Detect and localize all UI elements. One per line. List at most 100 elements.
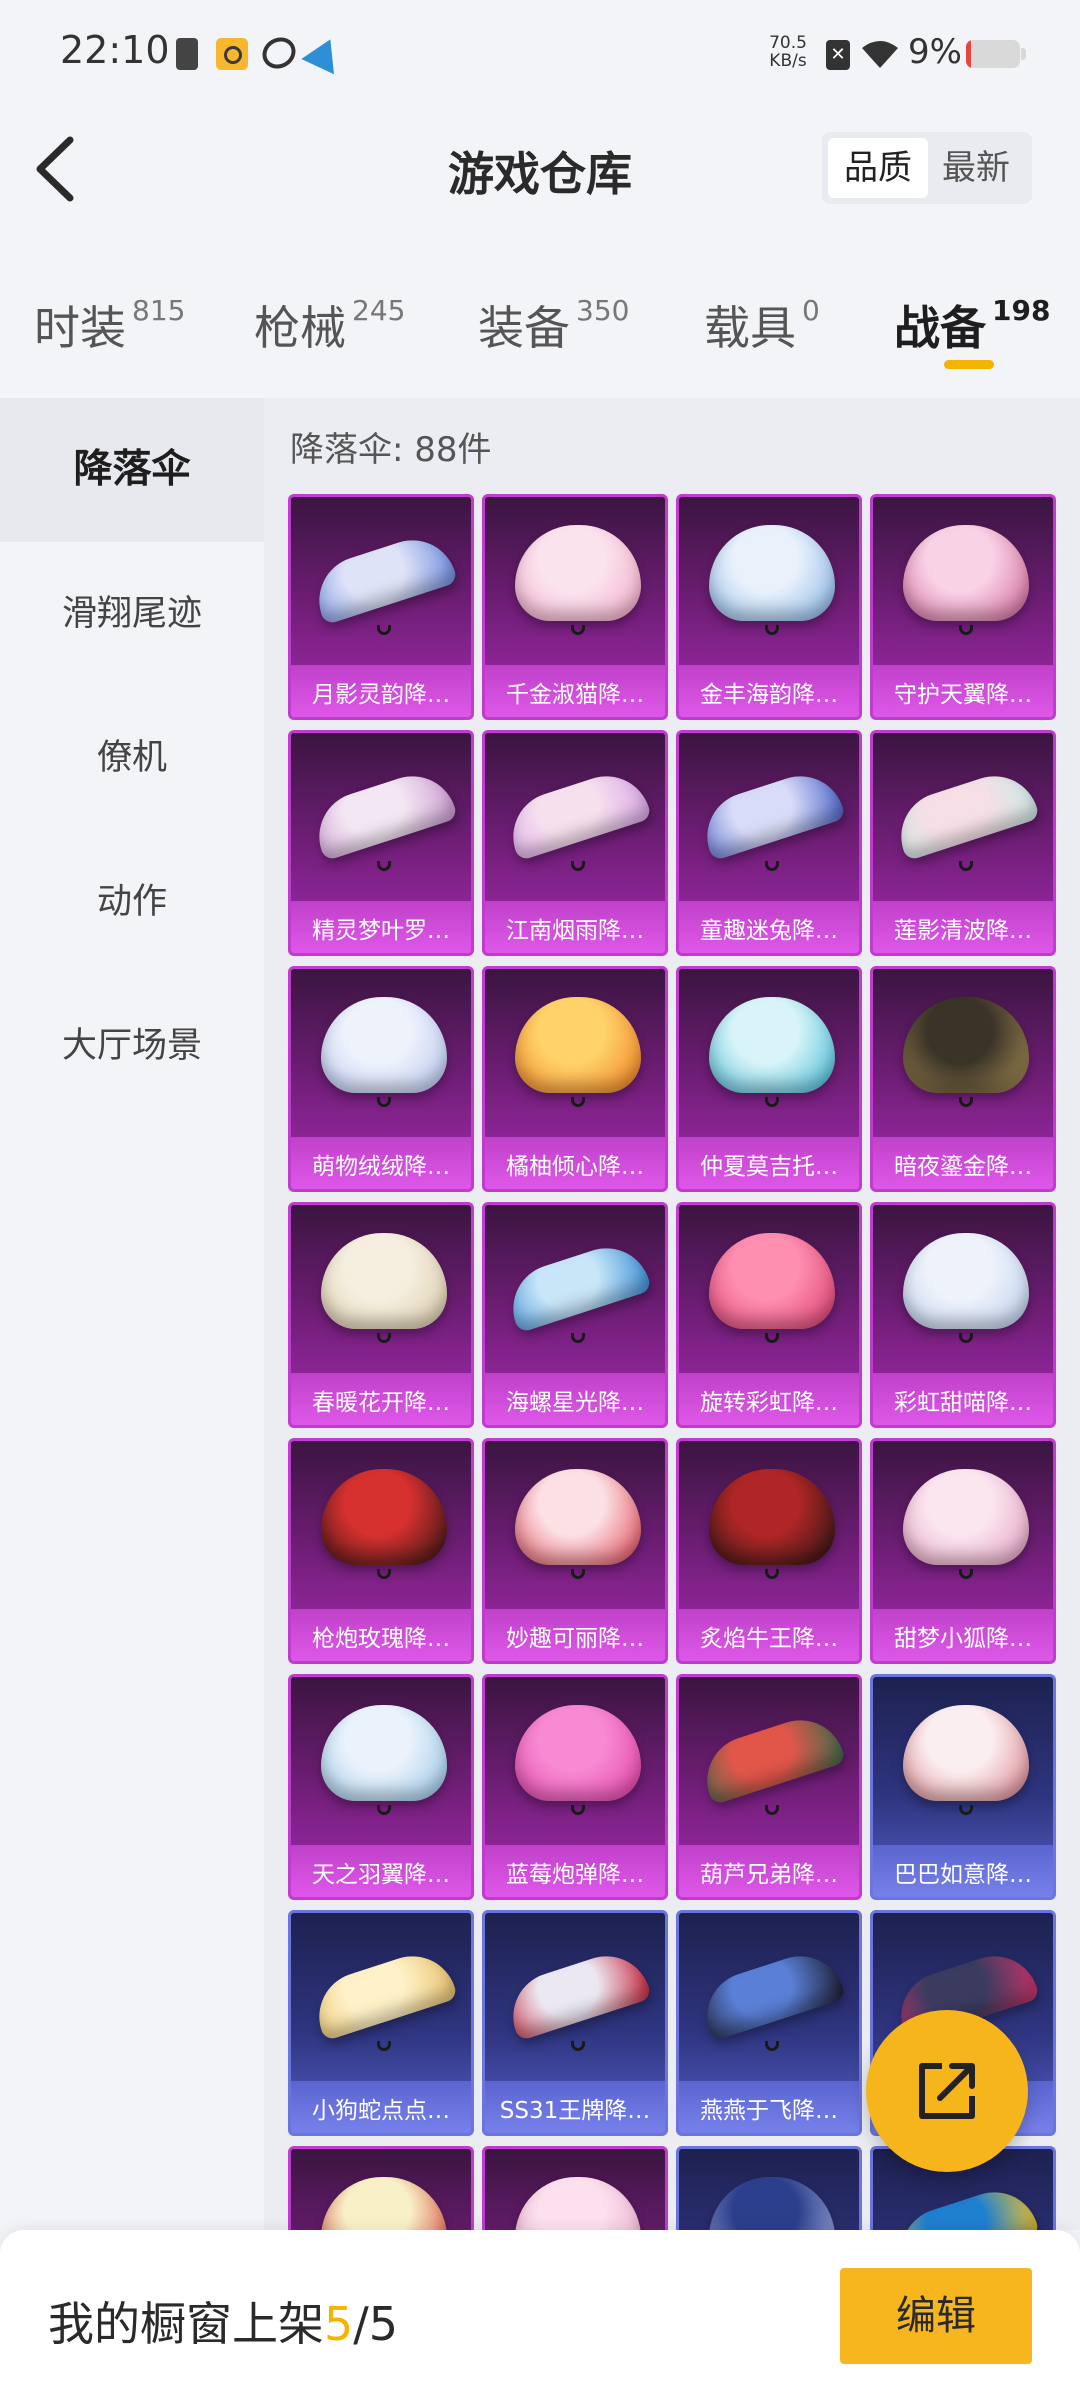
- edit-button[interactable]: 编辑: [840, 2268, 1032, 2364]
- parachute-card[interactable]: 守护天翼降…: [870, 494, 1056, 720]
- link-app-icon: [256, 31, 302, 75]
- parachute-harness: [765, 1569, 779, 1579]
- parachute-name: 橘柚倾心降…: [506, 1154, 644, 1180]
- parachute-name: 炙焰牛王降…: [700, 1626, 838, 1652]
- parachute-harness: [571, 861, 585, 871]
- parachute-name: 天之羽翼降…: [312, 1862, 450, 1888]
- sidebar-item-lobby-scene[interactable]: 大厅场景: [0, 974, 264, 1118]
- parachute-harness: [959, 625, 973, 635]
- parachute-card[interactable]: 巴巴如意降…: [870, 1674, 1056, 1900]
- parachute-image: [903, 1233, 1029, 1329]
- parachute-card[interactable]: 春暖花开降…: [288, 1202, 474, 1428]
- parachute-name: 月影灵韵降…: [312, 682, 450, 708]
- parachute-card[interactable]: 蓝莓炮弹降…: [482, 1674, 668, 1900]
- parachute-harness: [571, 1097, 585, 1107]
- tab-combat-gear[interactable]: 战备 198: [894, 292, 1050, 362]
- parachute-card[interactable]: 枪炮玫瑰降…: [288, 1438, 474, 1664]
- parachute-card[interactable]: 暗夜鎏金降…: [870, 966, 1056, 1192]
- parachute-name: 彩虹甜喵降…: [894, 1390, 1032, 1416]
- parachute-card[interactable]: 月影灵韵降…: [288, 494, 474, 720]
- parachute-harness: [765, 1097, 779, 1107]
- sort-by-quality-button[interactable]: 品质: [828, 138, 928, 198]
- parachute-card[interactable]: 精灵梦叶罗…: [288, 730, 474, 956]
- parachute-card[interactable]: 莲影清波降…: [870, 730, 1056, 956]
- share-button[interactable]: [866, 2010, 1028, 2172]
- parachute-card[interactable]: 葫芦兄弟降…: [676, 1674, 862, 1900]
- parachute-image: [321, 2177, 447, 2230]
- parachute-name: 莲影清波降…: [894, 918, 1032, 944]
- parachute-harness: [377, 861, 391, 871]
- parachute-image: [321, 1233, 447, 1329]
- parachute-card[interactable]: 萌物绒绒降…: [288, 966, 474, 1192]
- sort-by-newest-button[interactable]: 最新: [926, 138, 1026, 198]
- parachute-harness: [959, 861, 973, 871]
- chevron-left-icon: [36, 136, 74, 202]
- parachute-name: 甜梦小狐降…: [894, 1626, 1032, 1652]
- parachute-card[interactable]: 小狗蛇点点…: [288, 1910, 474, 2136]
- parachute-image: [709, 997, 835, 1093]
- parachute-harness: [959, 1569, 973, 1579]
- sort-toggle: 品质 最新: [822, 132, 1032, 204]
- tab-fashion[interactable]: 时装 815: [34, 292, 185, 362]
- parachute-name: 童趣迷兔降…: [700, 918, 838, 944]
- parachute-card[interactable]: 千金淑猫降…: [482, 494, 668, 720]
- tab-label: 枪械: [254, 301, 346, 355]
- parachute-name: 江南烟雨降…: [506, 918, 644, 944]
- parachute-card[interactable]: 燕燕于飞降…: [676, 1910, 862, 2136]
- parachute-card[interactable]: 金丰海韵降…: [676, 494, 862, 720]
- parachute-card[interactable]: 甜梦小狐降…: [870, 1438, 1056, 1664]
- parachute-card[interactable]: 童趣迷兔降…: [676, 730, 862, 956]
- battery-tip: [1021, 48, 1026, 60]
- parachute-harness: [571, 1569, 585, 1579]
- parachute-card[interactable]: 仲夏莫吉托…: [676, 966, 862, 1192]
- sidebar-item-wingman[interactable]: 僚机: [0, 686, 264, 830]
- parachute-harness: [571, 1805, 585, 1815]
- parachute-card[interactable]: 旋转彩虹降…: [676, 1202, 862, 1428]
- parachute-image: [515, 1469, 641, 1565]
- sidebar-item-emote[interactable]: 动作: [0, 830, 264, 974]
- parachute-name: 春暖花开降…: [312, 1390, 450, 1416]
- tab-count: 245: [352, 294, 406, 327]
- parachute-card[interactable]: 妙趣可丽降…: [482, 1438, 668, 1664]
- parachute-image: [695, 764, 847, 862]
- tab-equipment[interactable]: 装备 350: [478, 292, 629, 362]
- tab-vehicles[interactable]: 载具 0: [704, 292, 820, 362]
- parachute-image: [501, 1944, 653, 2042]
- parachute-card[interactable]: 江南烟雨降…: [482, 730, 668, 956]
- parachute-image: [903, 525, 1029, 621]
- parachute-name: 燕燕于飞降…: [700, 2098, 838, 2124]
- parachute-card[interactable]: 彩虹甜喵降…: [870, 1202, 1056, 1428]
- parachute-card[interactable]: [676, 2146, 862, 2230]
- tab-count: 0: [802, 294, 820, 327]
- parachute-harness: [377, 1569, 391, 1579]
- parachute-name: 小狗蛇点点…: [312, 2098, 450, 2124]
- parachute-image: [515, 525, 641, 621]
- network-speed-value: 70.5: [769, 33, 807, 53]
- parachute-card[interactable]: 海螺星光降…: [482, 1202, 668, 1428]
- back-button[interactable]: [24, 124, 94, 214]
- sidebar-item-parachute[interactable]: 降落伞: [0, 398, 264, 542]
- parachute-name: 蓝莓炮弹降…: [506, 1862, 644, 1888]
- parachute-card[interactable]: 天之羽翼降…: [288, 1674, 474, 1900]
- battery-percent: 9%: [908, 32, 962, 72]
- sim-icon: [176, 38, 198, 70]
- parachute-card[interactable]: 炙焰牛王降…: [676, 1438, 862, 1664]
- parachute-card[interactable]: SS31王牌降…: [482, 1910, 668, 2136]
- parachute-card[interactable]: 橘柚倾心降…: [482, 966, 668, 1192]
- parachute-name: 妙趣可丽降…: [506, 1626, 644, 1652]
- parachute-name: 守护天翼降…: [894, 682, 1032, 708]
- parachute-card[interactable]: [482, 2146, 668, 2230]
- parachute-card[interactable]: [288, 2146, 474, 2230]
- tab-label: 战备: [894, 301, 986, 355]
- parachute-name: 旋转彩虹降…: [700, 1390, 838, 1416]
- tab-firearms[interactable]: 枪械 245: [254, 292, 405, 362]
- parachute-harness: [959, 1333, 973, 1343]
- parachute-image: [321, 1469, 447, 1565]
- parachute-harness: [765, 1805, 779, 1815]
- sidebar-item-glide-trail[interactable]: 滑翔尾迹: [0, 542, 264, 686]
- parachute-name: 葫芦兄弟降…: [700, 1862, 838, 1888]
- parachute-harness: [765, 2041, 779, 2051]
- parachute-name: 枪炮玫瑰降…: [312, 1626, 450, 1652]
- parachute-harness: [765, 625, 779, 635]
- item-count-label: 降落伞: 88件: [290, 430, 492, 470]
